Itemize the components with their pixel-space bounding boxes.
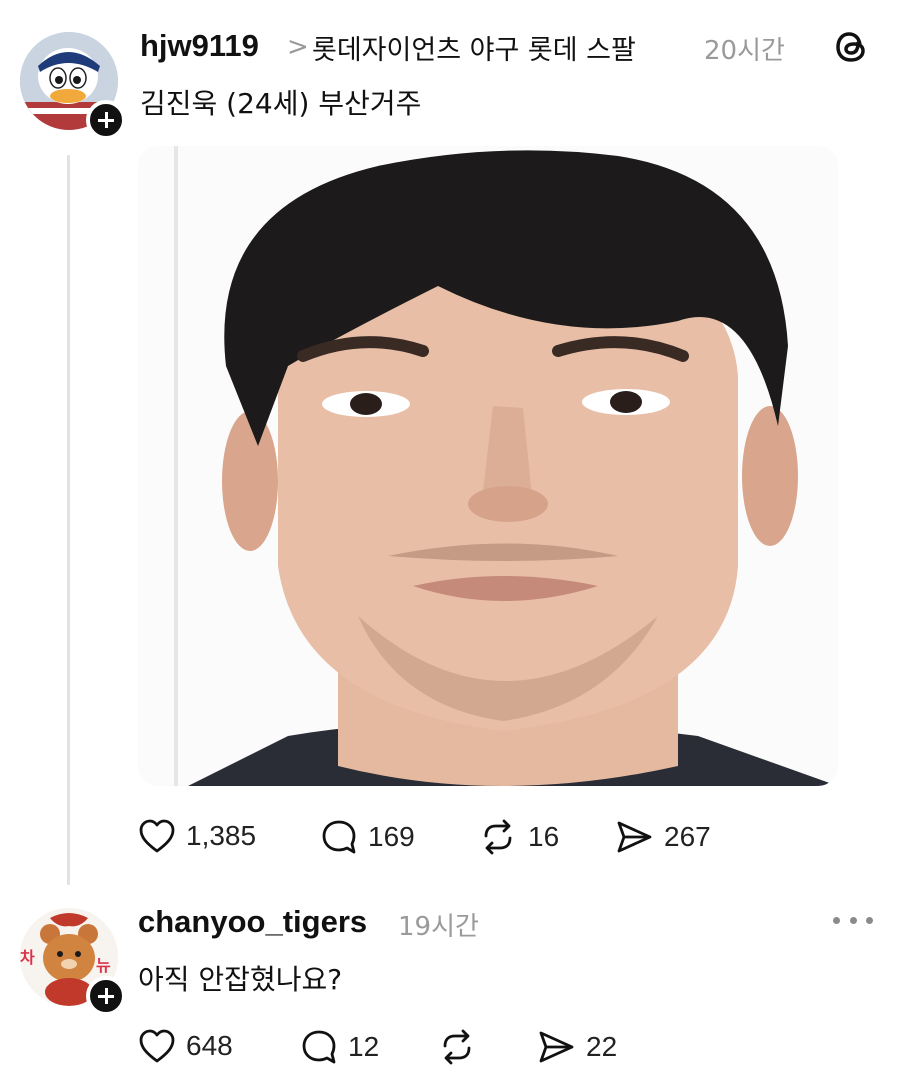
avatar-sticker-text-right: 뉴 (96, 956, 111, 975)
reply-like-button[interactable]: 648 (138, 1028, 233, 1064)
repost-count: 16 (528, 821, 560, 852)
reply-reply-button[interactable]: 12 (300, 1028, 379, 1066)
comment-bubble-icon (302, 1030, 336, 1064)
like-count: 1,385 (186, 820, 257, 851)
share-count: 267 (664, 821, 711, 852)
follow-plus-icon[interactable] (86, 100, 126, 140)
avatar-sticker-text-left: 차 (20, 948, 35, 967)
reply-button[interactable]: 169 (320, 818, 415, 856)
comment-bubble-icon (322, 820, 356, 854)
more-dots-icon[interactable] (833, 905, 873, 935)
like-button[interactable]: 1,385 (138, 818, 256, 854)
post-text: 김진욱 (24세) 부산거주 (140, 87, 422, 120)
heart-icon (139, 1029, 175, 1063)
community-link[interactable]: 롯데자이언츠 야구 롯데 스팔 (312, 28, 636, 67)
reply-timestamp: 19시간 (398, 912, 479, 942)
reply-share-button[interactable]: 22 (536, 1028, 617, 1066)
portrait-photo (138, 146, 838, 786)
reply-username[interactable]: chanyoo_tigers (138, 904, 367, 940)
send-icon (539, 1031, 574, 1063)
repost-button[interactable]: 16 (478, 818, 559, 856)
threads-logo-icon[interactable] (832, 27, 872, 67)
repost-icon (443, 1029, 471, 1065)
reply-count: 169 (368, 821, 415, 852)
reply-share-count: 22 (586, 1031, 618, 1062)
reply-repost-button[interactable] (437, 1028, 487, 1066)
reply-reply-count: 12 (348, 1031, 380, 1062)
send-icon (617, 821, 652, 853)
thread-connector-line (67, 155, 70, 885)
share-button[interactable]: 267 (614, 818, 711, 856)
post-image[interactable] (138, 146, 838, 786)
follow-plus-icon[interactable] (86, 976, 126, 1016)
post-timestamp: 20시간 (704, 36, 785, 66)
post-username[interactable]: hjw9119 (140, 28, 259, 64)
repost-icon (484, 819, 512, 855)
chevron-right-icon: > (287, 32, 309, 62)
heart-icon (139, 819, 175, 853)
reply-like-count: 648 (186, 1030, 233, 1061)
reply-text: 아직 안잡혔나요? (138, 963, 343, 996)
